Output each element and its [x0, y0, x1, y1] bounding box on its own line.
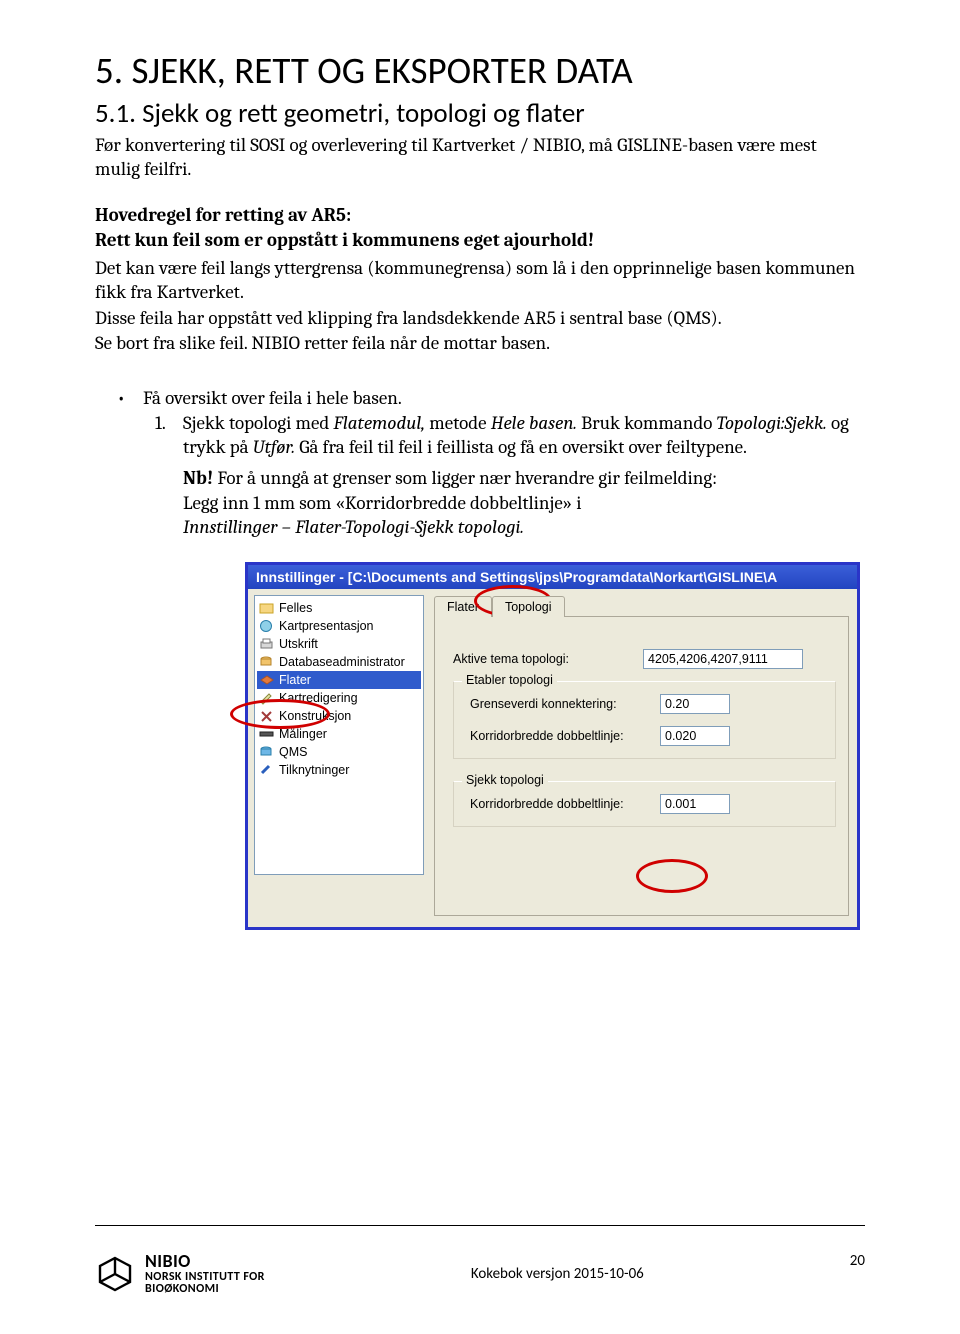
note-line2: Legg inn 1 mm som «Korridorbredde dobbel…	[183, 492, 582, 514]
tree-label: Flater	[279, 673, 311, 687]
tree-item-felles[interactable]: Felles	[257, 599, 421, 617]
tree-item-utskrift[interactable]: Utskrift	[257, 635, 421, 653]
globe-icon	[259, 619, 275, 633]
bullet-overview: Få oversikt over feila i hele basen. Sje…	[143, 386, 865, 540]
t: Topologi:Sjekk.	[717, 412, 827, 434]
tree-item-kartredigering[interactable]: Kartredigering	[257, 689, 421, 707]
layers-icon	[259, 673, 275, 687]
tools-icon	[259, 709, 275, 723]
printer-icon	[259, 637, 275, 651]
footer-rule	[95, 1225, 865, 1226]
footer-sub2: BIOØKONOMI	[145, 1283, 265, 1296]
legend-sjekk: Sjekk topologi	[462, 773, 548, 787]
intro-paragraph: Før konvertering til SOSI og overleverin…	[95, 134, 865, 182]
tree-label: Felles	[279, 601, 312, 615]
t: Gå fra feil til feil i feillista og få e…	[295, 436, 747, 458]
label-korridor-2: Korridorbredde dobbeltlinje:	[470, 797, 660, 811]
footer-logo: NIBIO NORSK INSTITUTT FOR BIOØKONOMI	[95, 1252, 265, 1296]
label-aktive-tema: Aktive tema topologi:	[453, 652, 643, 666]
tab-flater[interactable]: Flater	[434, 596, 492, 617]
tree-item-konstruksjon[interactable]: Konstruksjon	[257, 707, 421, 725]
ruler-icon	[259, 727, 275, 741]
input-aktive-tema[interactable]	[643, 649, 803, 669]
input-korridor-1[interactable]	[660, 726, 730, 746]
tree-label: Kartpresentasjon	[279, 619, 374, 633]
bullet-overview-text: Få oversikt over feila i hele basen.	[143, 387, 402, 409]
input-grenseverdi[interactable]	[660, 694, 730, 714]
note-line3: Innstillinger – Flater-Topologi-Sjekk to…	[183, 516, 524, 538]
database-icon	[259, 745, 275, 759]
t: Sjekk topologi med	[183, 412, 333, 434]
note-text: For å unngå at grenser som ligger nær hv…	[213, 467, 717, 489]
rule-paragraph-1: Det kan være feil langs yttergrensa (kom…	[95, 257, 865, 305]
tree-item-malinger[interactable]: Målinger	[257, 725, 421, 743]
t: Utfør.	[253, 436, 295, 458]
t: Flatemodul,	[333, 412, 425, 434]
dialog-title-bar: Innstillinger - [C:\Documents and Settin…	[248, 565, 857, 589]
rule-heading-2: Rett kun feil som er oppstått i kommunen…	[95, 229, 865, 253]
rule-heading-1: Hovedregel for retting av AR5:	[95, 204, 865, 228]
tree-label: Utskrift	[279, 637, 318, 651]
group-etabler-topologi: Etabler topologi Grenseverdi konnekterin…	[453, 681, 836, 759]
rule-paragraph-2: Disse feila har oppstått ved klipping fr…	[95, 307, 865, 331]
tree-item-databaseadmin[interactable]: Databaseadministrator	[257, 653, 421, 671]
tree-label: QMS	[279, 745, 307, 759]
step-1: Sjekk topologi med Flatemodul, metode He…	[183, 411, 865, 540]
folder-icon	[259, 601, 275, 615]
edit-icon	[259, 691, 275, 705]
tree-label: Tilknytninger	[279, 763, 349, 777]
heading-1: 5. SJEKK, RETT OG EKSPORTER DATA	[95, 48, 865, 93]
group-sjekk-topologi: Sjekk topologi Korridorbredde dobbeltlin…	[453, 781, 836, 827]
tree-label: Konstruksjon	[279, 709, 351, 723]
database-icon	[259, 655, 275, 669]
footer-center: Kokebok versjon 2015-10-06	[471, 1265, 644, 1283]
tab-topologi[interactable]: Topologi	[492, 596, 565, 617]
tree-item-kartpresentasjon[interactable]: Kartpresentasjon	[257, 617, 421, 635]
link-icon	[259, 763, 275, 777]
nibio-logo-icon	[95, 1254, 135, 1294]
note-block: Nb! For å unngå at grenser som ligger næ…	[183, 466, 865, 540]
tree-item-qms[interactable]: QMS	[257, 743, 421, 761]
tree-item-flater[interactable]: Flater	[257, 671, 421, 689]
tree-label: Databaseadministrator	[279, 655, 405, 669]
input-korridor-2[interactable]	[660, 794, 730, 814]
footer-brand: NIBIO	[145, 1252, 265, 1271]
label-korridor-1: Korridorbredde dobbeltlinje:	[470, 729, 660, 743]
t: Bruk kommando	[581, 412, 716, 434]
heading-2: 5.1. Sjekk og rett geometri, topologi og…	[95, 97, 865, 130]
rule-paragraph-3: Se bort fra slike feil. NIBIO retter fei…	[95, 332, 865, 356]
t: metode	[425, 412, 491, 434]
note-nb: Nb!	[183, 467, 213, 489]
page-number: 20	[850, 1252, 865, 1270]
tree-label: Målinger	[279, 727, 327, 741]
rule-block: Hovedregel for retting av AR5: Rett kun …	[95, 204, 865, 357]
settings-tree[interactable]: Felles Kartpresentasjon Utskrift Databas…	[254, 595, 424, 875]
tab-panel-topologi: Aktive tema topologi: Etabler topologi G…	[434, 616, 849, 916]
footer: NIBIO NORSK INSTITUTT FOR BIOØKONOMI Kok…	[95, 1252, 865, 1296]
legend-etabler: Etabler topologi	[462, 673, 557, 687]
t: Hele basen.	[491, 412, 581, 434]
embedded-screenshot: Innstillinger - [C:\Documents and Settin…	[245, 562, 860, 930]
label-grenseverdi: Grenseverdi konnektering:	[470, 697, 660, 711]
tree-item-tilknytninger[interactable]: Tilknytninger	[257, 761, 421, 779]
tree-label: Kartredigering	[279, 691, 358, 705]
